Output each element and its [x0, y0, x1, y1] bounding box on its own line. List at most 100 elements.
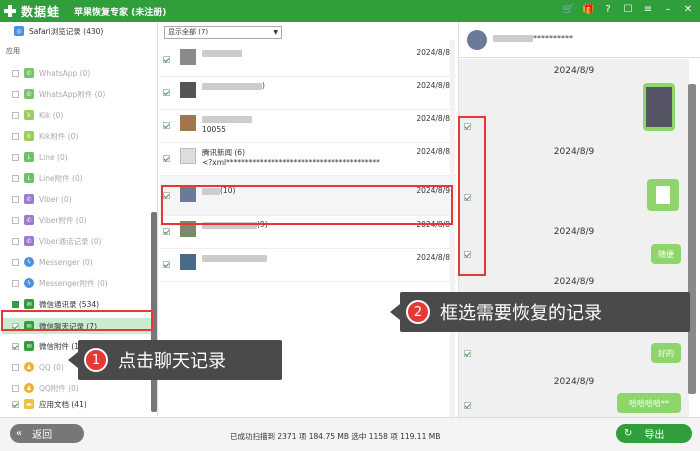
checkbox[interactable] [12, 90, 19, 98]
list-scrollbar[interactable] [450, 40, 455, 417]
sidebar-item-messenger[interactable]: ϟ Messenger (0) [12, 255, 93, 269]
date-separator: 2024/8/9 [553, 66, 595, 76]
sidebar-item-line[interactable]: L Line (0) [12, 150, 68, 164]
checkbox[interactable] [12, 111, 19, 119]
checkbox[interactable] [12, 258, 19, 266]
file-message[interactable] [647, 179, 679, 211]
double-chevron-left-icon: « [16, 428, 23, 439]
chat-detail-panel: ********** 2024/8/9 2024/8/9 2024/8/9 随便… [458, 22, 700, 417]
chat-messages: 2024/8/9 2024/8/9 2024/8/9 随便 2024/8/9 好… [459, 59, 689, 417]
avatar [180, 148, 196, 164]
sidebar-item-app-docs[interactable]: ▬ 应用文档 (41) [12, 397, 87, 411]
checkbox[interactable] [12, 279, 19, 287]
wechat-icon: ✉ [24, 341, 34, 351]
chat-header: ********** [459, 22, 700, 58]
export-button[interactable]: ↻ 导出 [616, 424, 692, 443]
section-label-apps: 应用 [6, 47, 20, 55]
chat-scrollbar[interactable] [688, 84, 696, 394]
close-icon[interactable]: ✕ [682, 4, 694, 15]
checkbox[interactable] [163, 89, 170, 96]
file-icon [656, 186, 670, 204]
chat-date: 2024/8/8 [416, 81, 450, 90]
checkbox[interactable] [12, 69, 19, 77]
checkbox[interactable] [12, 363, 19, 371]
sidebar-item-label: Messenger (0) [39, 257, 93, 267]
message-checkbox[interactable] [464, 350, 471, 357]
cart-icon[interactable]: 🛒 [562, 4, 574, 15]
sidebar-item-line-attach[interactable]: L Line附件 (0) [12, 171, 83, 185]
sidebar-item-label: WhatsApp (0) [39, 68, 91, 78]
callout-text: 框选需要恢复的记录 [440, 303, 602, 324]
sidebar-item-kik-attach[interactable]: k Kik附件 (0) [12, 129, 78, 143]
sidebar-item-viber-attach[interactable]: ✆ Viber附件 (0) [12, 213, 87, 227]
messenger-icon: ϟ [24, 278, 34, 288]
checkbox[interactable] [12, 400, 19, 408]
sidebar-item-viber-calls[interactable]: ✆ Viber通话记录 (0) [12, 234, 102, 248]
minimize-icon[interactable]: – [662, 4, 674, 15]
callout-text: 点击聊天记录 [118, 351, 226, 372]
chat-icon[interactable]: ☐ [622, 4, 634, 15]
checkbox[interactable] [12, 132, 19, 140]
sidebar-item-label: Viber通话记录 (0) [39, 236, 102, 246]
sidebar-item-label: WhatsApp附件 (0) [39, 89, 106, 99]
sidebar-item-label: QQ (0) [39, 362, 64, 372]
checkbox[interactable] [12, 300, 19, 308]
back-label: 返回 [32, 430, 53, 441]
filter-select-label: 显示全部 (7) [168, 28, 209, 36]
image-message[interactable] [643, 83, 675, 131]
checkbox[interactable] [163, 155, 170, 162]
checkbox[interactable] [12, 216, 19, 224]
viber-icon: ✆ [24, 236, 34, 246]
checkbox[interactable] [163, 261, 170, 268]
sidebar-item-wechat-contacts[interactable]: ✉ 微信通讯录 (534) [12, 297, 99, 311]
chat-preview: 10055 [202, 125, 226, 134]
sidebar-item-wechat-attach[interactable]: ✉ 微信附件 (10) [12, 339, 87, 353]
chat-date: 2024/8/8 [416, 114, 450, 123]
sidebar-item-safari[interactable]: ◎ Safari浏览记录 (430) [14, 24, 103, 38]
checkbox[interactable] [163, 228, 170, 235]
checkbox[interactable] [163, 56, 170, 63]
chat-list-row[interactable]: 2024/8/8 [160, 249, 456, 282]
sidebar-item-kik[interactable]: k Kik (0) [12, 108, 63, 122]
image-thumbnail [646, 87, 672, 127]
chat-list-row[interactable]: 腾讯新闻 (6) <?xml**************************… [160, 143, 456, 176]
messenger-icon: ϟ [24, 257, 34, 267]
line-icon: L [24, 173, 34, 183]
text-message[interactable]: 哈哈哈哈** [617, 393, 681, 413]
chat-date: 2024/8/8 [416, 253, 450, 262]
avatar [467, 30, 487, 50]
checkbox[interactable] [12, 174, 19, 182]
checkbox[interactable] [12, 384, 19, 392]
chat-list-row[interactable]: 10055 2024/8/8 [160, 110, 456, 143]
sidebar-item-qq[interactable]: ♟ QQ (0) [12, 360, 64, 374]
sidebar-item-label: Line附件 (0) [39, 173, 83, 183]
sidebar-item-viber[interactable]: ✆ Viber (0) [12, 192, 72, 206]
qq-icon: ♟ [24, 383, 34, 393]
sidebar-item-label: Messenger附件 (0) [39, 278, 108, 288]
kik-icon: k [24, 131, 34, 141]
chat-list-row[interactable]: 2024/8/8 [160, 44, 456, 77]
back-button[interactable]: « 返回 [10, 424, 84, 443]
gift-icon[interactable]: 🎁 [582, 4, 594, 15]
app-title: 苹果恢复专家 (未注册) [74, 7, 167, 18]
sidebar-item-whatsapp[interactable]: ✆ WhatsApp (0) [12, 66, 90, 80]
sidebar-item-messenger-attach[interactable]: ϟ Messenger附件 (0) [12, 276, 108, 290]
filter-select[interactable]: 显示全部 (7) ▼ [164, 26, 282, 39]
checkbox[interactable] [163, 122, 170, 129]
refresh-icon: ↻ [624, 428, 633, 439]
sidebar-item-whatsapp-attach[interactable]: ✆ WhatsApp附件 (0) [12, 87, 105, 101]
chat-list-row[interactable]: ) 2024/8/8 [160, 77, 456, 110]
menu-icon[interactable]: ≡ [642, 4, 654, 15]
sidebar-item-qq-attach[interactable]: ♟ QQ附件 (0) [12, 381, 79, 395]
checkbox[interactable] [12, 237, 19, 245]
checkbox[interactable] [12, 342, 19, 350]
message-checkbox[interactable] [464, 402, 471, 409]
date-separator: 2024/8/9 [553, 377, 595, 387]
checkbox[interactable] [12, 153, 19, 161]
checkbox[interactable] [12, 195, 19, 203]
wechat-icon: ✉ [24, 299, 34, 309]
text-message[interactable]: 随便 [651, 244, 681, 264]
text-message[interactable]: 好的 [651, 343, 681, 363]
sidebar-item-label: Line (0) [39, 152, 68, 162]
help-icon[interactable]: ? [602, 4, 614, 15]
